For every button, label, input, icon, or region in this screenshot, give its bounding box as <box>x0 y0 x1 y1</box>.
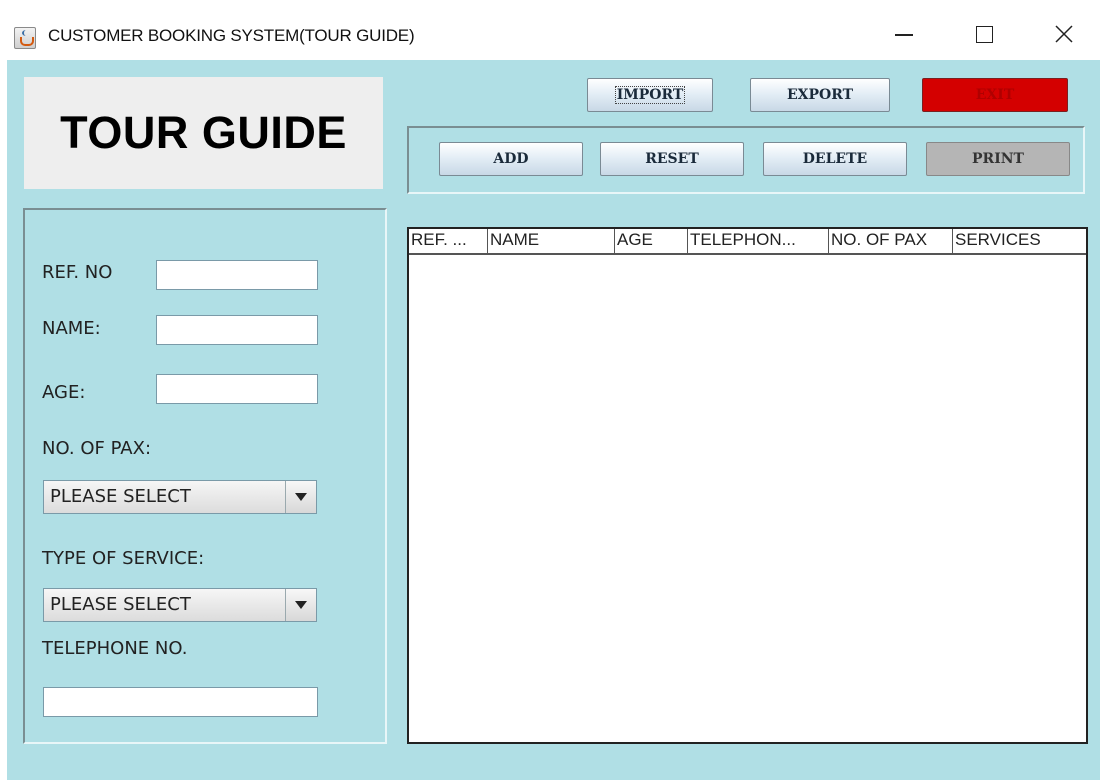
table-header: REF. ... NAME AGE TELEPHON... NO. OF PAX… <box>409 229 1086 255</box>
column-header-telephone[interactable]: TELEPHON... <box>688 229 829 253</box>
minimize-button[interactable] <box>865 8 943 60</box>
exit-button-label: EXIT <box>975 87 1015 103</box>
main-content: TOUR GUIDE REF. NO NAME: AGE: NO. OF PAX… <box>7 60 1100 780</box>
bookings-table[interactable]: REF. ... NAME AGE TELEPHON... NO. OF PAX… <box>407 227 1088 744</box>
print-button-label: PRINT <box>972 151 1024 167</box>
service-dropdown-button[interactable] <box>285 589 316 621</box>
print-button[interactable]: PRINT <box>926 142 1070 176</box>
service-selected-value: PLEASE SELECT <box>50 594 191 615</box>
column-header-no-of-pax[interactable]: NO. OF PAX <box>829 229 953 253</box>
name-label: NAME: <box>42 318 101 339</box>
exit-button[interactable]: EXIT <box>922 78 1068 112</box>
app-logo-title: TOUR GUIDE <box>60 107 347 158</box>
column-header-name[interactable]: NAME <box>488 229 615 253</box>
ref-no-field[interactable] <box>156 260 318 290</box>
add-button[interactable]: ADD <box>439 142 583 176</box>
pax-selected-value: PLEASE SELECT <box>50 486 191 507</box>
age-field[interactable] <box>156 374 318 404</box>
age-label: AGE: <box>42 382 86 403</box>
export-button[interactable]: EXPORT <box>750 78 890 112</box>
column-header-services[interactable]: SERVICES <box>953 229 1086 253</box>
add-button-label: ADD <box>493 151 529 167</box>
service-label: TYPE OF SERVICE: <box>42 548 205 569</box>
chevron-down-icon <box>295 493 307 501</box>
telephone-label: TELEPHONE NO. <box>42 638 188 659</box>
pax-dropdown[interactable]: PLEASE SELECT <box>43 480 317 514</box>
column-header-ref-no[interactable]: REF. ... <box>409 229 488 253</box>
name-field[interactable] <box>156 315 318 345</box>
delete-button-label: DELETE <box>802 151 868 167</box>
export-button-label: EXPORT <box>786 87 854 103</box>
maximize-icon <box>975 25 993 43</box>
ref-no-label: REF. NO <box>42 262 113 283</box>
service-dropdown[interactable]: PLEASE SELECT <box>43 588 317 622</box>
close-icon <box>1055 25 1073 43</box>
customer-form-panel: REF. NO NAME: AGE: NO. OF PAX: PLEASE SE… <box>23 208 387 744</box>
delete-button[interactable]: DELETE <box>763 142 907 176</box>
telephone-field[interactable] <box>43 687 318 717</box>
close-button[interactable] <box>1025 8 1100 60</box>
chevron-down-icon <box>295 601 307 609</box>
window-title: CUSTOMER BOOKING SYSTEM(TOUR GUIDE) <box>48 26 415 45</box>
reset-button[interactable]: RESET <box>600 142 744 176</box>
pax-label: NO. OF PAX: <box>42 438 152 459</box>
maximize-button[interactable] <box>945 8 1023 60</box>
minimize-icon <box>895 34 913 36</box>
pax-dropdown-button[interactable] <box>285 481 316 513</box>
reset-button-label: RESET <box>645 151 699 167</box>
logo-panel: TOUR GUIDE <box>24 77 383 189</box>
import-button-label: IMPORT <box>614 86 686 104</box>
column-header-age[interactable]: AGE <box>615 229 688 253</box>
java-app-icon <box>14 27 36 49</box>
import-button[interactable]: IMPORT <box>587 78 713 112</box>
